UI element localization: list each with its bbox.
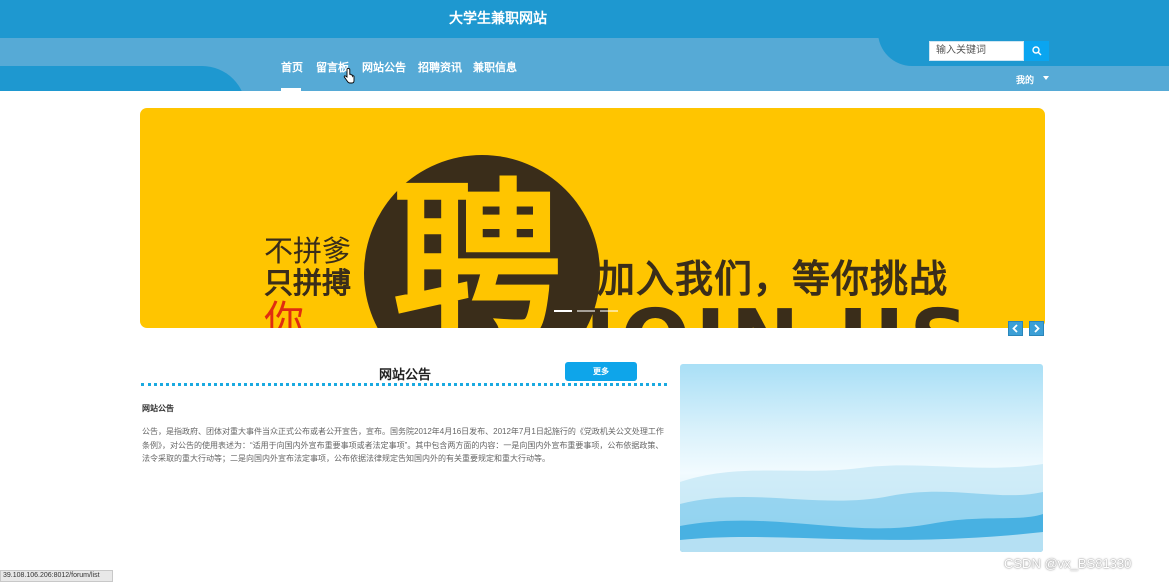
- watermark-text: CSDN @vx_BS81330: [1004, 556, 1132, 571]
- carousel-next-button[interactable]: [1029, 321, 1044, 336]
- user-menu[interactable]: 我的: [1016, 73, 1034, 86]
- nav-item-home[interactable]: 首页: [281, 59, 303, 75]
- carousel-prev-button[interactable]: [1008, 321, 1023, 336]
- carousel-dot[interactable]: [554, 310, 572, 312]
- status-bar-url: 39.108.106.206:8012/forum/list: [0, 570, 113, 582]
- search-button[interactable]: [1024, 41, 1049, 61]
- site-title: 大学生兼职网站: [449, 10, 547, 26]
- banner-hire-character: 聘: [392, 164, 563, 328]
- notice-divider: [141, 383, 667, 386]
- decorative-wave-image: [680, 364, 1043, 552]
- nav-wave-decoration: [0, 66, 246, 91]
- nav-item-announcements[interactable]: 网站公告: [362, 59, 406, 75]
- more-button[interactable]: 更多: [565, 362, 637, 381]
- mouse-pointer-icon: [343, 68, 355, 89]
- search-icon: [1031, 46, 1041, 56]
- banner-carousel[interactable]: 聘 不拼爹 只拼搏 你 加入我们，等你挑战 JOIN US: [140, 108, 1045, 328]
- top-header: 大学生兼职网站: [0, 0, 1169, 38]
- carousel-dot[interactable]: [577, 310, 595, 312]
- chevron-down-icon[interactable]: [1043, 76, 1049, 80]
- wave-illustration: [680, 464, 1043, 552]
- notice-item-body: 公告，是指政府、团体对重大事件当众正式公布或者公开宣告，宣布。国务院2012年4…: [142, 427, 664, 464]
- banner-join-text: JOIN US: [585, 293, 974, 328]
- chevron-left-icon: [1012, 324, 1018, 333]
- carousel-indicators: [554, 310, 620, 313]
- search-input[interactable]: 输入关键词: [929, 41, 1024, 61]
- notice-item-title[interactable]: 网站公告: [142, 403, 174, 414]
- nav-item-part-time-jobs[interactable]: 兼职信息: [473, 59, 517, 75]
- nav-item-recruitment-news[interactable]: 招聘资讯: [418, 59, 462, 75]
- carousel-dot[interactable]: [600, 310, 618, 312]
- nav-active-indicator: [281, 88, 301, 91]
- chevron-right-icon: [1034, 324, 1040, 333]
- banner-text-line3: 你: [264, 298, 304, 328]
